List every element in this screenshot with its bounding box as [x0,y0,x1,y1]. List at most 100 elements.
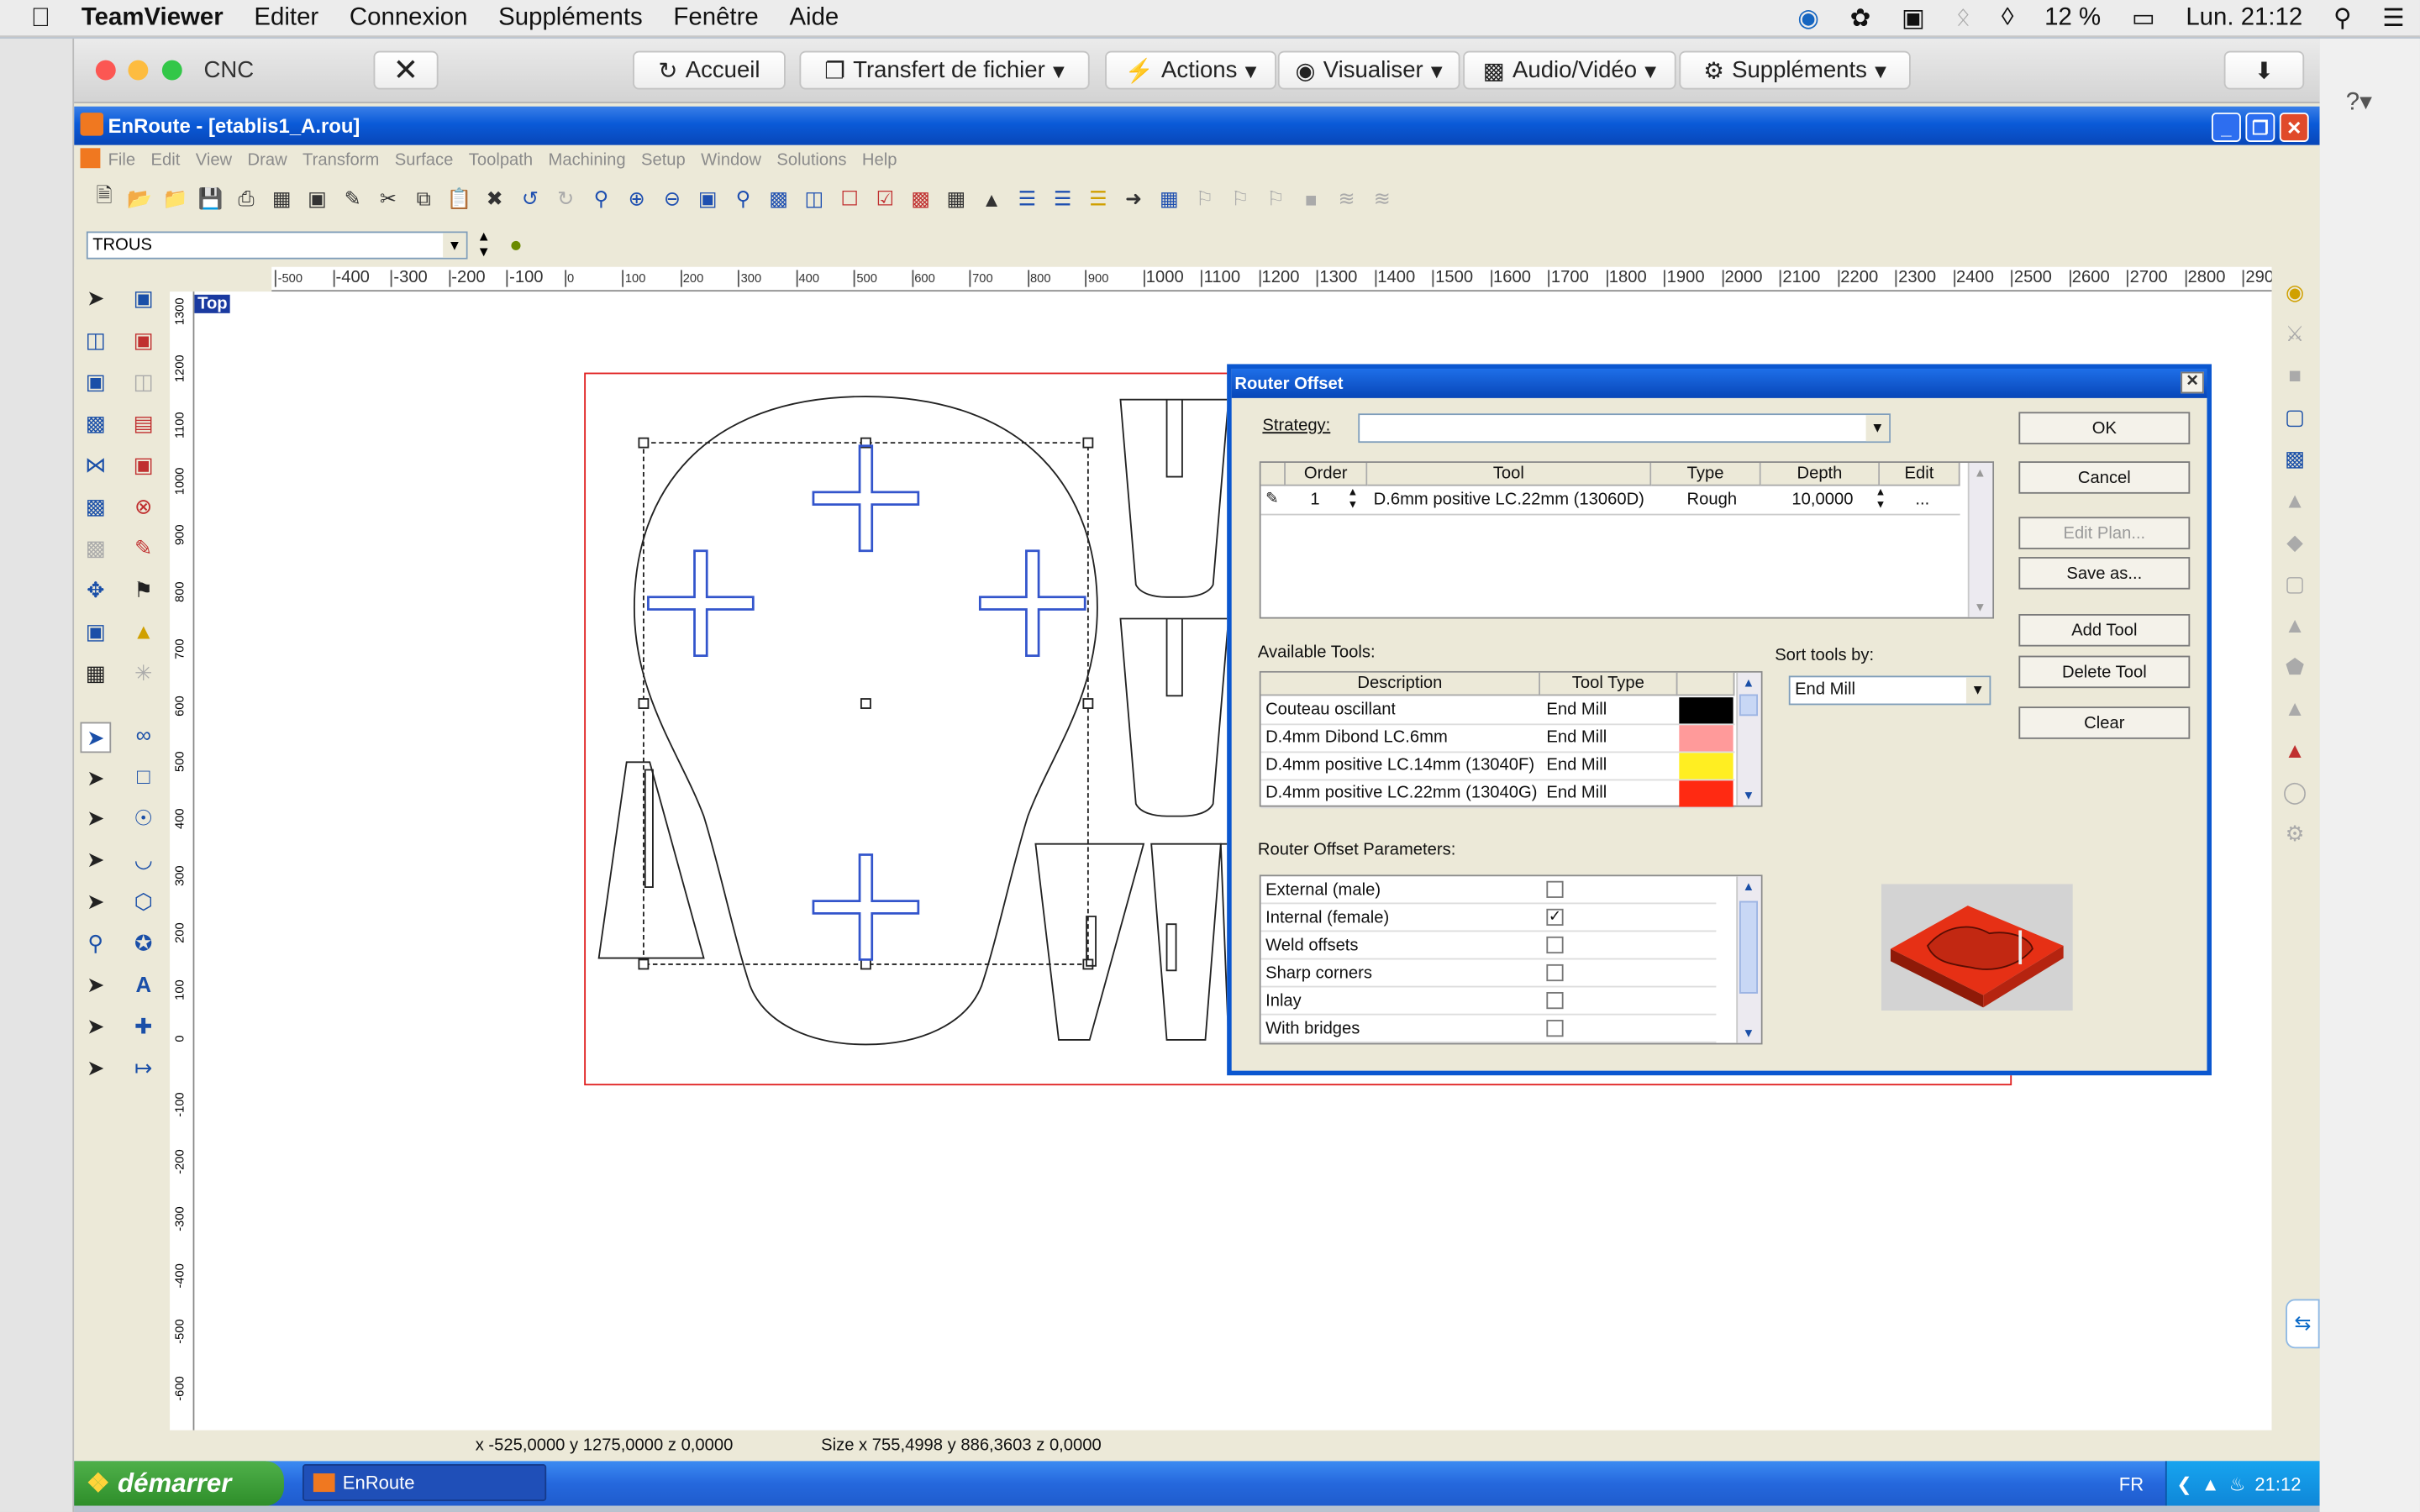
gray-tool-4-icon[interactable]: ◆ [2280,526,2311,557]
sparkle-icon[interactable]: ✳ [128,657,159,688]
gray-tool-8-icon[interactable]: ▲ [2280,693,2311,724]
zoom-fit-icon[interactable]: ▣ [693,184,723,213]
clear-button[interactable]: Clear [2018,706,2191,739]
language-indicator[interactable]: FR [2119,1473,2144,1494]
texture-icon[interactable]: ▦ [81,657,112,688]
notification-icon[interactable]: ☰ [2367,3,2420,34]
close-window-dot[interactable] [95,60,116,81]
creative-cloud-icon[interactable]: ✿ [1834,3,1886,34]
menu-edit[interactable]: Edit [151,150,181,169]
cube-icon[interactable]: ▣ [81,616,112,647]
maximize-button[interactable]: ❐ [2245,113,2275,142]
menu-transform[interactable]: Transform [302,150,379,169]
mac-app-name[interactable]: TeamViewer [66,4,239,32]
chart-icon[interactable]: ▩ [906,184,935,213]
new-file-icon[interactable]: 🗎 [90,184,119,213]
parameter-checkbox[interactable] [1546,936,1564,954]
ok-button[interactable]: OK [2018,412,2191,444]
delete-tool-button[interactable]: Delete Tool [2018,655,2191,689]
edit-plan-button[interactable]: Edit Plan... [2018,517,2191,549]
parameter-checkbox[interactable] [1546,1020,1564,1037]
parameter-row[interactable]: With bridges [1260,1016,1717,1043]
mac-menu-editer[interactable]: Editer [239,4,334,32]
scale-icon[interactable]: ▣ [81,365,112,396]
link-icon[interactable]: ∞ [128,719,159,750]
parameter-checkbox[interactable] [1546,991,1564,1010]
help-icon[interactable]: ?▾ [2346,87,2372,118]
gray-tool-1-icon[interactable]: ⚔ [2280,318,2311,349]
arrow-tool-2-icon[interactable]: ➤ [81,762,112,793]
gray-tool-3-icon[interactable]: ▲ [2280,485,2311,516]
weld-icon[interactable]: ▣ [128,449,159,480]
mac-menu-fenetre[interactable]: Fenêtre [658,4,774,32]
select-layer-icon[interactable]: ➜ [1119,184,1149,213]
operations-scrollbar[interactable]: ▲ ▼ [1967,463,1993,617]
view-button[interactable]: ◉ Visualiser ▾ [1277,50,1460,90]
tools-scrollbar[interactable]: ▲ ▼ [1736,672,1761,806]
gray-tool-10-icon[interactable]: ⚙ [2280,817,2311,848]
menu-view[interactable]: View [196,150,232,169]
apple-icon[interactable]:  [0,3,66,34]
mac-menu-aide[interactable]: Aide [774,4,855,32]
cut-icon[interactable]: ✂ [373,184,402,213]
target-icon[interactable]: ⊗ [128,491,159,522]
node-edit-icon[interactable]: ◫ [81,324,112,355]
dimension-icon[interactable]: ↦ [128,1053,159,1084]
gray-tool-2-icon[interactable]: ■ [2280,360,2311,391]
arrow-tool-5-icon[interactable]: ➤ [81,885,112,916]
extras-button[interactable]: ⚙ Suppléments ▾ [1679,50,1911,90]
collapse-toolbar-button[interactable]: ⬇ [2223,50,2305,90]
group-icon[interactable]: ▩ [81,491,112,522]
file-transfer-button[interactable]: ❐ Transfert de fichier ▾ [799,50,1090,90]
gray-tool-9-icon[interactable]: ◯ [2280,776,2311,807]
camera-icon[interactable]: ▣ [302,184,332,213]
parameter-checkbox[interactable]: ✓ [1546,908,1564,927]
home-button[interactable]: ↻ Accueil [633,50,786,90]
chevron-down-icon[interactable]: ▼ [443,233,466,258]
parameter-row[interactable]: Weld offsets [1260,932,1717,960]
menu-machining[interactable]: Machining [549,150,626,169]
plot-icon[interactable]: ▲ [977,184,1007,213]
array-icon[interactable]: ▤ [128,407,159,438]
order-spinner[interactable]: ▲ ▼ [1347,487,1358,512]
zoom-tool-icon[interactable]: ⚲ [81,927,112,958]
menu-help[interactable]: Help [862,150,897,169]
actions-button[interactable]: ⚡ Actions ▾ [1105,50,1276,90]
star-icon[interactable]: ✪ [128,927,159,958]
menu-setup[interactable]: Setup [641,150,686,169]
menu-draw[interactable]: Draw [248,150,287,169]
row-edit[interactable]: ... [1915,491,1929,509]
undo-icon[interactable]: ↺ [515,184,544,213]
delete-icon[interactable]: ✖ [480,184,509,213]
mac-menu-supplements[interactable]: Suppléments [483,4,658,32]
grid-icon[interactable]: ▦ [267,184,297,213]
arrow-tool-7-icon[interactable]: ➤ [81,1011,112,1042]
zoom-page-icon[interactable]: ◫ [799,184,829,213]
shadow-icon[interactable]: ▩ [81,533,112,564]
teamviewer-tray-icon[interactable]: ◉ [1782,3,1834,34]
nest-icon[interactable]: ✥ [81,574,112,605]
rectangle-icon[interactable]: □ [128,760,159,791]
row-tool[interactable]: D.6mm positive LC.22mm (13060D) [1374,491,1644,509]
parameter-row[interactable]: External (male) [1260,876,1717,905]
tool-row[interactable]: D.4mm positive LC.14mm (13040F) End Mill [1260,753,1735,781]
point-select-icon[interactable]: ➤ [80,722,112,753]
tray-volume-icon[interactable]: ♨ [2229,1473,2246,1494]
spotlight-icon[interactable]: ⚲ [2318,3,2367,34]
frame-icon[interactable]: ▣ [128,282,159,313]
select-arrow-icon[interactable]: ➤ [81,282,112,313]
strategy-select[interactable]: ▼ [1358,413,1891,444]
open-file-icon[interactable]: 📂 [125,184,155,213]
tray-icon[interactable]: ▲ [2202,1473,2220,1494]
render-icon[interactable]: ◉ [2280,276,2311,307]
parameters-scrollbar[interactable]: ▲ ▼ [1736,876,1761,1043]
taskbar-item-enroute[interactable]: EnRoute [302,1464,547,1502]
rotate-icon[interactable]: ◫ [128,365,159,396]
offset-icon[interactable]: ☑ [871,184,900,213]
gray-tool-7-icon[interactable]: ⬟ [2280,651,2311,682]
color-tool-icon[interactable]: ▲ [2280,734,2311,765]
arrow-tool-3-icon[interactable]: ➤ [81,802,112,833]
tool-row[interactable]: Couteau oscillant End Mill [1260,697,1735,726]
polygon-icon[interactable]: ⬡ [128,885,159,916]
mirror-icon[interactable]: ⋈ [81,449,112,480]
